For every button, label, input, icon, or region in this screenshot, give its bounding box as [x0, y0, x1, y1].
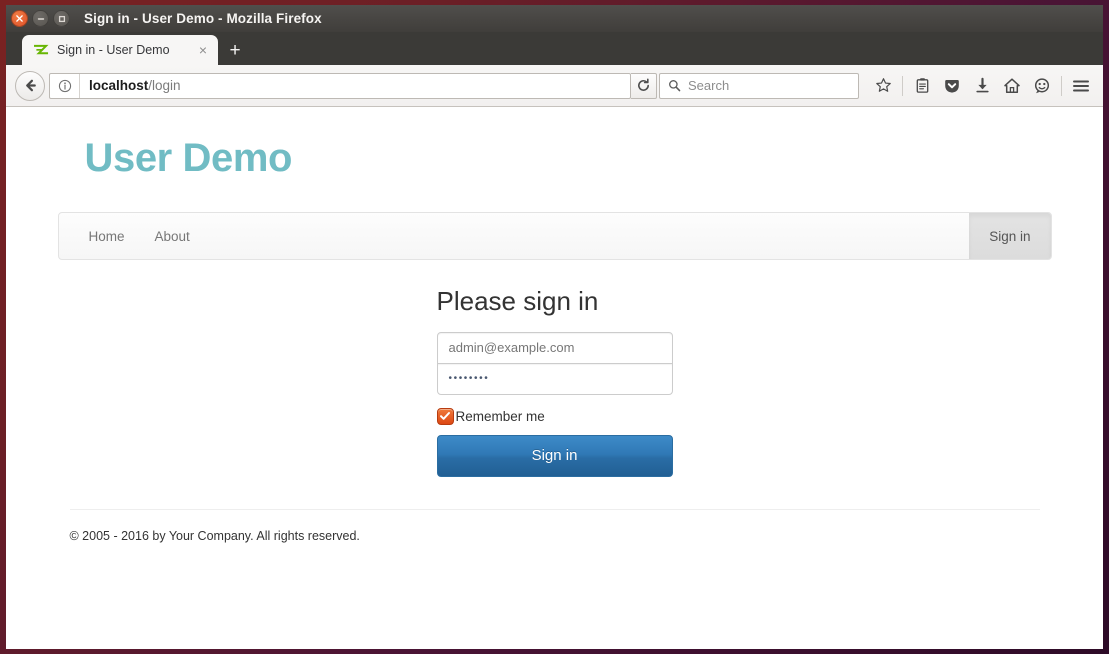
form-heading: Please sign in — [436, 286, 599, 316]
firefox-window: Sign in - User Demo - Mozilla Firefox Si… — [6, 5, 1103, 649]
title-bar: Sign in - User Demo - Mozilla Firefox — [6, 5, 1103, 32]
home-button[interactable] — [998, 72, 1026, 100]
window-title: Sign in - User Demo - Mozilla Firefox — [84, 11, 322, 26]
remember-me-label[interactable]: Remember me — [456, 409, 545, 424]
close-icon — [16, 15, 23, 22]
firefox-window-frame: Sign in - User Demo - Mozilla Firefox Si… — [0, 0, 1109, 654]
downloads-button[interactable] — [968, 72, 996, 100]
info-icon — [58, 79, 72, 92]
tab-close-button[interactable]: × — [195, 42, 211, 58]
site-identity-button[interactable] — [50, 73, 80, 98]
bookmark-star-button[interactable] — [869, 72, 897, 100]
footer-divider — [69, 508, 1040, 510]
checkmark-icon — [440, 412, 450, 420]
url-bar[interactable]: localhost/login — [49, 72, 631, 99]
close-button[interactable] — [11, 10, 28, 27]
back-button[interactable] — [15, 70, 45, 101]
page-viewport: User Demo Home About Sign in Please sign… — [6, 107, 1103, 649]
back-arrow-icon — [25, 79, 36, 92]
nav-item-about[interactable]: About — [140, 213, 205, 259]
signin-button[interactable]: Sign in — [436, 434, 673, 477]
new-tab-button[interactable]: + — [220, 35, 250, 65]
window-controls — [11, 10, 70, 27]
reader-list-button[interactable] — [908, 72, 936, 100]
toolbar-separator-2 — [1061, 75, 1062, 96]
site-navbar: Home About Sign in — [57, 212, 1052, 260]
browser-tab[interactable]: Sign in - User Demo × — [22, 35, 218, 65]
password-field[interactable]: •••••••• — [436, 362, 673, 395]
home-icon — [1004, 77, 1020, 93]
navbar-right-items: Sign in — [969, 213, 1051, 259]
remember-me-checkbox[interactable] — [436, 407, 454, 425]
reload-button[interactable] — [631, 72, 657, 99]
search-input[interactable]: Search — [659, 72, 859, 99]
login-form: Please sign in admin@example.com •••••••… — [436, 260, 673, 477]
sync-account-button[interactable] — [1028, 72, 1056, 100]
maximize-icon — [58, 15, 65, 22]
search-icon — [669, 80, 681, 92]
zend-framework-icon — [33, 42, 49, 58]
hamburger-menu-icon — [1073, 80, 1089, 91]
tab-title: Sign in - User Demo — [57, 43, 170, 57]
navbar-left-items: Home About — [59, 213, 205, 259]
email-field[interactable]: admin@example.com — [436, 331, 673, 364]
toolbar-separator — [902, 75, 903, 96]
browser-toolbar: localhost/login Search — [6, 65, 1103, 107]
nav-item-signin[interactable]: Sign in — [969, 213, 1051, 259]
tab-strip: Sign in - User Demo × + — [6, 32, 1103, 65]
page-container: User Demo Home About Sign in Please sign… — [43, 138, 1067, 543]
bookmark-star-icon — [875, 78, 891, 92]
pocket-button[interactable] — [938, 72, 966, 100]
url-host: localhost — [89, 78, 149, 93]
reader-list-icon — [916, 78, 928, 93]
url-path: /login — [148, 78, 181, 93]
minimize-button[interactable] — [32, 10, 49, 27]
downloads-icon — [975, 77, 989, 93]
pocket-icon — [945, 79, 959, 93]
nav-item-home[interactable]: Home — [74, 213, 140, 259]
hamburger-menu-button[interactable] — [1067, 72, 1095, 100]
url-text: localhost/login — [80, 78, 628, 93]
maximize-button[interactable] — [53, 10, 70, 27]
reload-icon — [638, 78, 649, 91]
remember-me-row: Remember me — [436, 407, 673, 425]
search-placeholder: Search — [688, 78, 730, 93]
footer-copyright: © 2005 - 2016 by Your Company. All right… — [69, 528, 360, 543]
page-title: User Demo — [84, 136, 293, 180]
minimize-icon — [37, 17, 44, 20]
sync-account-icon — [1034, 77, 1050, 93]
